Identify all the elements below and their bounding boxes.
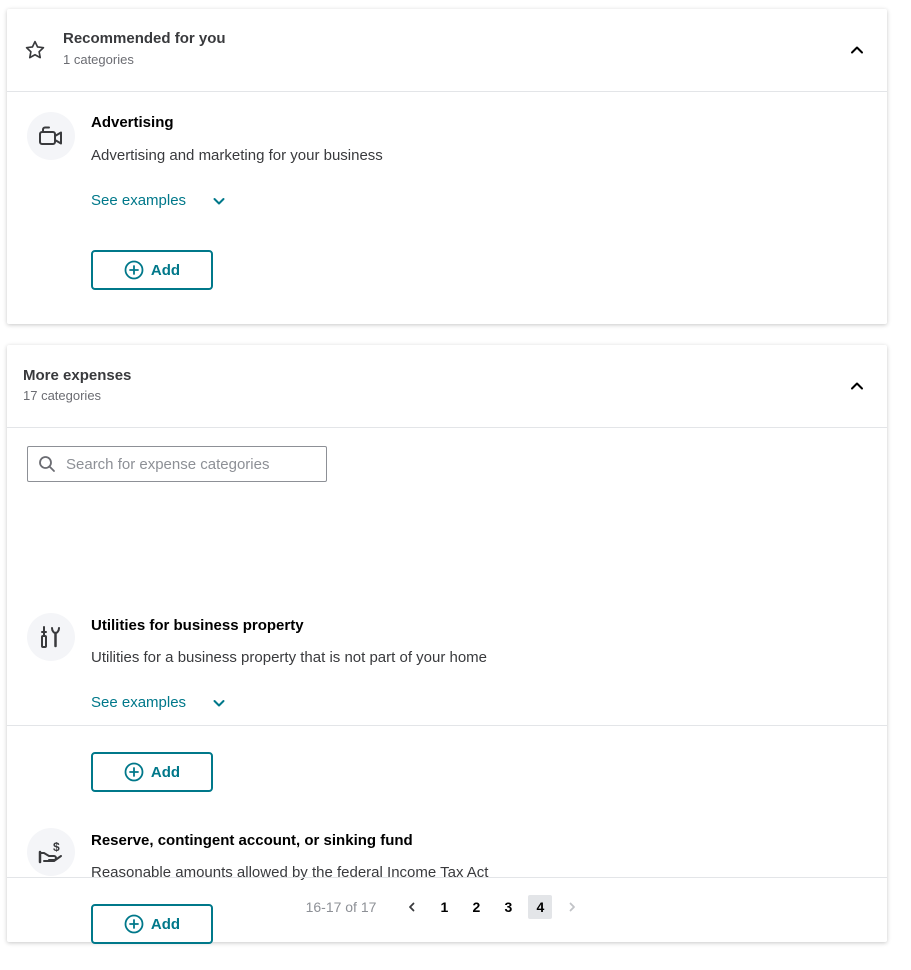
chevron-down-icon: [212, 696, 226, 710]
svg-text:$: $: [53, 840, 60, 854]
section-title: Recommended for you: [63, 30, 226, 47]
collapse-chevron-up-icon[interactable]: [849, 42, 865, 58]
add-button-label: Add: [150, 763, 181, 781]
see-examples-link[interactable]: See examples: [91, 694, 226, 711]
chevron-down-icon: [212, 194, 226, 208]
category-title: Advertising: [91, 114, 174, 131]
pagination: 16-17 of 17 1 2 3 4: [7, 891, 887, 923]
search-input[interactable]: [64, 454, 318, 474]
page-button-3[interactable]: 3: [496, 895, 520, 919]
recommended-header[interactable]: Recommended for you 1 categories: [7, 9, 887, 92]
utilities-tools-icon: [27, 613, 75, 661]
pagination-range: 16-17 of 17: [305, 899, 377, 915]
category-title: Utilities for business property: [91, 617, 304, 634]
category-title: Reserve, contingent account, or sinking …: [91, 832, 413, 849]
category-description: Utilities for a business property that i…: [91, 649, 488, 666]
plus-circle-icon: [124, 762, 144, 782]
section-title: More expenses: [23, 367, 132, 384]
hand-money-icon: $: [27, 828, 75, 876]
page-button-2[interactable]: 2: [464, 895, 488, 919]
section-count: 17 categories: [23, 388, 102, 403]
see-examples-label: See examples: [91, 192, 187, 209]
item-divider: [7, 725, 887, 726]
pagination-divider: [7, 877, 887, 878]
add-button-label: Add: [150, 261, 181, 279]
page-button-4-current[interactable]: 4: [528, 895, 553, 919]
see-examples-link[interactable]: See examples: [91, 192, 226, 209]
star-icon: [24, 39, 46, 66]
add-button[interactable]: Add: [91, 752, 213, 792]
section-count: 1 categories: [63, 52, 134, 67]
more-expenses-card: More expenses 17 categories Utilities fo…: [7, 345, 887, 944]
next-page-chevron-right-icon[interactable]: [560, 895, 584, 919]
search-icon: [38, 455, 56, 473]
collapse-chevron-up-icon[interactable]: [849, 378, 865, 394]
page-button-1[interactable]: 1: [432, 895, 456, 919]
add-button[interactable]: Add: [91, 250, 213, 290]
recommended-card: Recommended for you 1 categories Adverti…: [7, 9, 887, 324]
more-expenses-header[interactable]: More expenses 17 categories: [7, 345, 887, 428]
category-description: Advertising and marketing for your busin…: [91, 147, 383, 164]
video-camera-icon: [27, 112, 75, 160]
search-field[interactable]: [27, 446, 327, 482]
plus-circle-icon: [124, 260, 144, 280]
see-examples-label: See examples: [91, 694, 187, 711]
prev-page-chevron-left-icon[interactable]: [400, 895, 424, 919]
category-description: Reasonable amounts allowed by the federa…: [91, 864, 489, 881]
